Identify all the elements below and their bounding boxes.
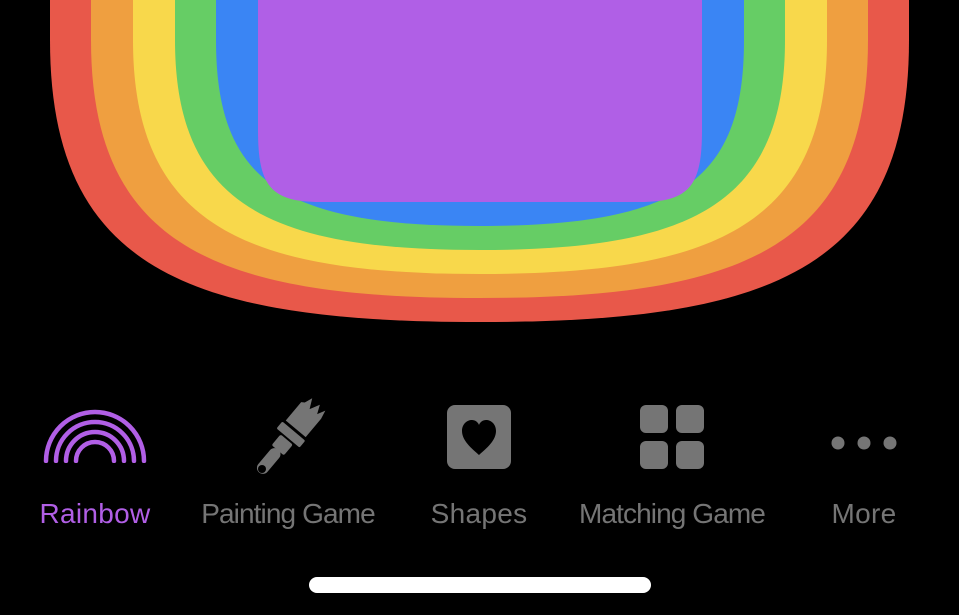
app-screen: Rainbow Painting Game Shapes Matching Ga… xyxy=(0,0,959,615)
tab-more[interactable]: More xyxy=(769,395,959,540)
tab-shapes[interactable]: Shapes xyxy=(384,395,574,540)
tab-bar: Rainbow Painting Game Shapes Matching Ga… xyxy=(0,395,959,545)
tab-label-more: More xyxy=(831,498,897,529)
home-indicator[interactable] xyxy=(309,577,651,593)
tab-painting-game[interactable]: Painting Game xyxy=(193,395,383,540)
rainbow-icon xyxy=(0,403,190,487)
heart-square-icon xyxy=(384,405,574,489)
tab-label-matching-game: Matching Game xyxy=(579,498,766,529)
tab-label-shapes: Shapes xyxy=(430,498,528,529)
tab-rainbow[interactable]: Rainbow xyxy=(0,395,190,540)
tab-label-painting-game: Painting Game xyxy=(201,498,375,529)
tab-label-rainbow: Rainbow xyxy=(39,498,151,529)
rainbow-band-purple xyxy=(258,0,702,202)
paintbrush-icon xyxy=(193,398,383,482)
rainbow-artwork xyxy=(50,0,909,322)
tab-matching-game[interactable]: Matching Game xyxy=(577,395,767,540)
grid-icon xyxy=(577,405,767,489)
